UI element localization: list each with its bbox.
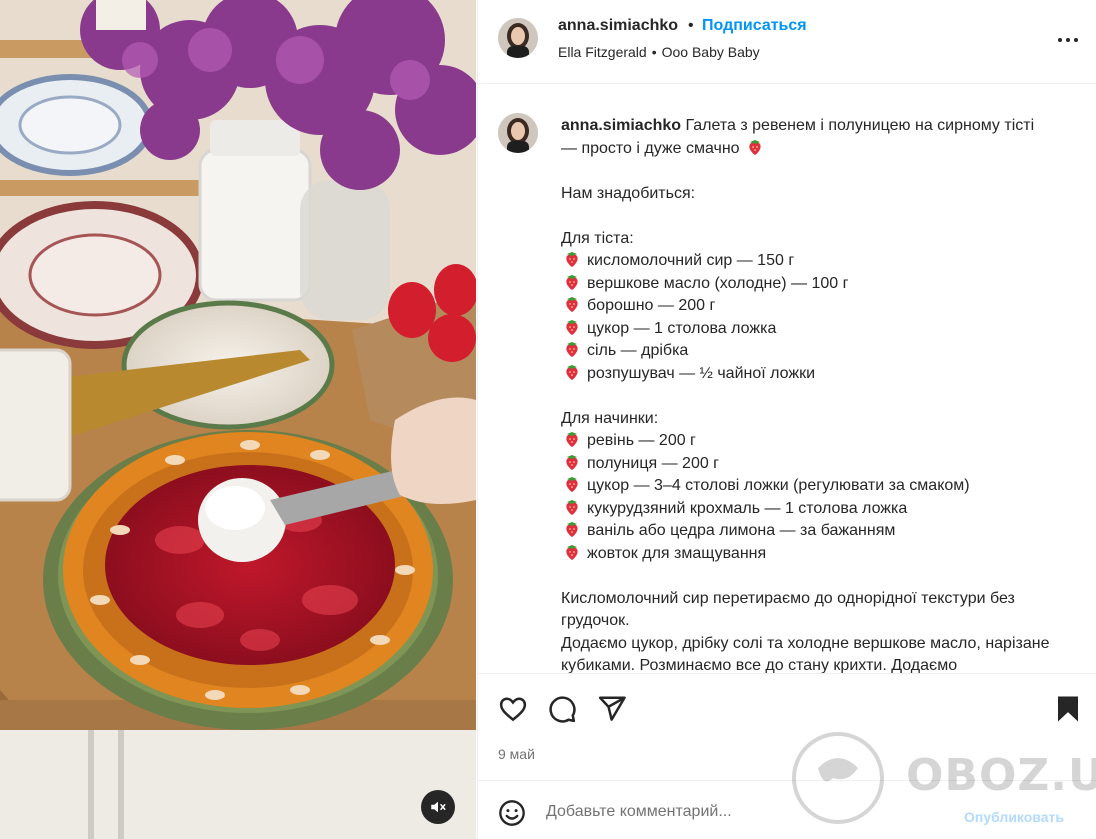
music-artist[interactable]: Ella Fitzgerald — [558, 44, 647, 60]
ellipsis-icon — [1058, 38, 1078, 42]
avatar[interactable] — [498, 18, 538, 58]
ingredient-text: ревінь — 200 г — [587, 432, 696, 449]
add-comment-bar: Опубликовать — [478, 780, 1096, 839]
ingredient-item: сіль — дрібка — [561, 340, 1071, 363]
ingredient-item: розпушувач — ½ чайної ложки — [561, 363, 1071, 386]
ingredient-text: борошно — 200 г — [587, 297, 716, 314]
strawberry-icon — [566, 319, 578, 335]
save-button[interactable] — [1053, 694, 1085, 726]
ingredient-text: розпушувач — ½ чайної ложки — [587, 364, 816, 382]
music-separator: • — [651, 44, 657, 60]
strawberry-icon — [566, 454, 578, 470]
caption-text-line1: Галета з ревенем і полуницею на сирному … — [685, 117, 1035, 134]
audio-attribution[interactable]: Ella Fitzgerald • Ooo Baby Baby — [558, 44, 760, 60]
ingredient-text: полуниця — 200 г — [587, 454, 720, 472]
ingredients-heading: Нам знадобиться: — [561, 184, 696, 202]
header-separator: • — [688, 17, 694, 34]
more-options-button[interactable] — [1056, 30, 1080, 50]
caption-text-line2: — просто і дуже смачно — [561, 139, 740, 157]
ingredient-text: цукор — 1 столова ложка — [587, 319, 777, 337]
filling-heading: Для начинки: — [561, 409, 659, 427]
mute-button[interactable] — [421, 790, 455, 824]
strawberry-icon — [566, 297, 578, 312]
strawberry-icon — [566, 364, 578, 380]
smiley-icon — [499, 800, 525, 826]
strawberry-icon — [749, 139, 761, 155]
ingredient-item: жовток для змащування — [561, 543, 1071, 566]
post-details-panel: anna.simiachko • Подписаться Ella Fitzge… — [477, 0, 1096, 839]
dough-heading: Для тіста: — [561, 229, 634, 247]
ingredient-text: вершкове масло (холодне) — 100 г — [587, 274, 849, 292]
strawberry-icon — [566, 544, 578, 560]
strawberry-icon — [566, 252, 578, 267]
post-author-username[interactable]: anna.simiachko — [558, 17, 678, 35]
ingredient-item: цукор — 1 столова ложка — [561, 318, 1071, 341]
ingredient-item: ваніль або цедра лимона — за бажанням — [561, 520, 1071, 543]
ingredient-text: жовток для змащування — [587, 544, 767, 562]
action-bar — [478, 673, 1096, 743]
post-caption: anna.simiachko Галета з ревенем і полуни… — [561, 115, 1071, 673]
comment-bubble-icon — [549, 696, 576, 723]
follow-button[interactable]: Подписаться — [702, 17, 807, 35]
ingredient-item: вершкове масло (холодне) — 100 г — [561, 273, 1071, 296]
galette-photo — [0, 0, 476, 839]
paper-plane-icon — [598, 696, 626, 721]
caption-username[interactable]: anna.simiachko — [561, 117, 681, 134]
ingredient-item: борошно — 200 г — [561, 295, 1071, 318]
post-media[interactable] — [0, 0, 476, 839]
music-track[interactable]: Ooo Baby Baby — [662, 44, 760, 60]
speaker-muted-icon — [431, 801, 446, 813]
dough-list: кисломолочний сир — 150 г вершкове масло … — [561, 250, 1071, 385]
ingredient-item: цукор — 3–4 столові ложки (регулювати за… — [561, 475, 1071, 498]
ingredient-text: ваніль або цедра лимона — за бажанням — [587, 522, 896, 539]
comment-button[interactable] — [547, 694, 579, 726]
comment-input[interactable] — [546, 799, 946, 825]
strawberry-icon — [566, 342, 578, 357]
like-button[interactable] — [498, 694, 530, 726]
strawberry-icon — [566, 522, 578, 537]
post-header: anna.simiachko • Подписаться Ella Fitzge… — [478, 0, 1096, 84]
strawberry-icon — [566, 477, 578, 492]
ingredient-item: кисломолочний сир — 150 г — [561, 250, 1071, 273]
strawberry-icon — [566, 274, 578, 290]
post-date[interactable]: 9 май — [498, 746, 535, 762]
recipe-step: Кисломолочний сир перетираємо до однорід… — [561, 589, 1015, 630]
strawberry-icon — [566, 432, 578, 447]
strawberry-icon — [566, 499, 578, 515]
share-button[interactable] — [597, 694, 629, 726]
avatar[interactable] — [498, 113, 538, 153]
ingredient-text: цукор — 3–4 столові ложки (регулювати за… — [587, 477, 970, 494]
filling-list: ревінь — 200 г полуниця — 200 г цукор — 3–… — [561, 430, 1071, 565]
bookmark-filled-icon — [1058, 696, 1078, 722]
publish-button[interactable]: Опубликовать — [964, 809, 1064, 825]
recipe-step: Додаємо цукор, дрібку солі та холодне ве… — [561, 634, 1050, 674]
ingredient-item: кукурудзяний крохмаль — 1 столова ложка — [561, 498, 1071, 521]
heart-icon — [499, 697, 527, 722]
ingredient-text: кисломолочний сир — 150 г — [587, 252, 795, 269]
comments-section[interactable]: anna.simiachko Галета з ревенем і полуни… — [478, 85, 1096, 673]
ingredient-item: полуниця — 200 г — [561, 453, 1071, 476]
ingredient-text: сіль — дрібка — [587, 342, 689, 359]
emoji-button[interactable] — [498, 799, 526, 827]
ingredient-item: ревінь — 200 г — [561, 430, 1071, 453]
ingredient-text: кукурудзяний крохмаль — 1 столова ложка — [587, 499, 908, 517]
